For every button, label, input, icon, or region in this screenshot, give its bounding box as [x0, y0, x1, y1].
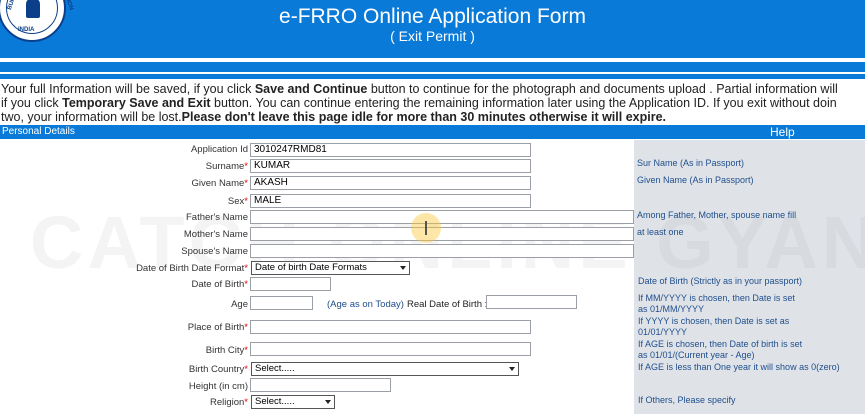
dob-format-label: Date of Birth Date Format* — [136, 263, 248, 274]
dob-help-1a: If MM/YYYY is chosen, then Date is set — [638, 293, 795, 303]
mother-name-label: Mother's Name — [183, 229, 248, 240]
birth-country-select[interactable]: Select..... — [251, 362, 519, 376]
real-dob-label: Real Date of Birth : — [407, 299, 488, 310]
dob-help-title: Date of Birth (Strictly as in your passp… — [638, 276, 803, 286]
given-name-field[interactable]: AKASH — [250, 176, 531, 190]
chevron-down-icon — [325, 400, 331, 404]
spouse-name-field[interactable] — [250, 244, 634, 258]
chevron-down-icon — [400, 266, 406, 270]
dob-help-2b: 01/01/YYYY — [638, 327, 688, 337]
real-dob-field[interactable] — [486, 295, 577, 309]
place-of-birth-field[interactable] — [250, 320, 531, 334]
application-id-label: Application Id — [190, 144, 248, 155]
sex-label: Sex* — [227, 196, 248, 207]
immigration-emblem-icon: INDIA BUREAU OF IMMIGRATION — [0, 0, 74, 42]
surname-help: Sur Name (As in Passport) — [637, 158, 745, 168]
dob-help-3a: If AGE is chosen, then Date of birth is … — [638, 339, 803, 349]
birth-city-label: Birth City* — [205, 345, 248, 356]
text-cursor-icon — [425, 221, 427, 235]
surname-field[interactable]: KUMAR — [250, 159, 531, 173]
header-band-thin — [0, 74, 865, 79]
dob-field[interactable] — [250, 277, 331, 291]
dob-help-1b: as 01/MM/YYYY — [638, 304, 705, 314]
place-of-birth-label: Place of Birth* — [187, 322, 248, 333]
section-header: Personal Details Help — [0, 125, 865, 139]
dob-help-4: If AGE is less than One year it will sho… — [638, 362, 840, 372]
chevron-down-icon — [509, 367, 515, 371]
info-notice: Your full Information will be saved, if … — [1, 82, 838, 124]
help-heading: Help — [770, 125, 795, 139]
relatives-help-line2: at least one — [637, 227, 684, 237]
father-name-field[interactable] — [250, 210, 634, 224]
religion-help: If Others, Please specify — [638, 395, 736, 405]
given-name-help: Given Name (As in Passport) — [637, 175, 754, 185]
birth-city-field[interactable] — [250, 342, 531, 356]
age-label: Age — [231, 299, 248, 310]
dob-help-2a: If YYYY is chosen, then Date is set as — [638, 316, 790, 326]
mouse-cursor-highlight — [411, 213, 441, 243]
header-bar: INDIA BUREAU OF IMMIGRATION e-FRRO Onlin… — [0, 0, 865, 58]
height-field[interactable] — [250, 378, 391, 392]
height-label: Height (in cm) — [188, 381, 248, 392]
given-name-label: Given Name* — [191, 178, 248, 189]
relatives-help-line1: Among Father, Mother, spouse name fill — [637, 210, 797, 220]
religion-label: Religion* — [209, 397, 248, 408]
religion-select[interactable]: Select..... — [251, 395, 335, 409]
application-id-field[interactable]: 3010247RMD81 — [250, 143, 531, 157]
age-note: (Age as on Today) — [327, 299, 404, 310]
mother-name-field[interactable] — [250, 227, 634, 241]
sex-field[interactable]: MALE — [250, 194, 531, 208]
header-band — [0, 62, 865, 72]
dob-help-3b: as 01/01/(Current year - Age) — [638, 350, 755, 360]
page-subtitle: ( Exit Permit ) — [390, 28, 475, 44]
surname-label: Surname* — [205, 161, 248, 172]
spouse-name-label: Spouse's Name — [181, 246, 248, 257]
age-field[interactable] — [250, 296, 313, 310]
birth-country-label: Birth Country* — [188, 364, 248, 375]
father-name-label: Father's Name — [185, 212, 248, 223]
dob-label: Date of Birth* — [191, 279, 248, 290]
page-title: e-FRRO Online Application Form — [279, 5, 586, 28]
section-title: Personal Details — [2, 126, 75, 137]
dob-format-select[interactable]: Date of birth Date Formats — [251, 261, 410, 275]
